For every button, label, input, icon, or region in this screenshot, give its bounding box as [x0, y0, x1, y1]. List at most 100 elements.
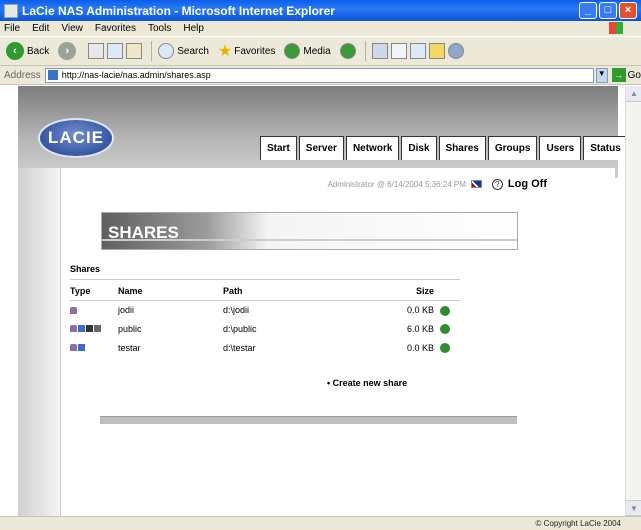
- menu-view[interactable]: View: [61, 23, 83, 34]
- edit-page-icon[interactable]: [409, 43, 426, 59]
- user-line: Administrator @ 6/14/2004 5:36:24 PM ? L…: [327, 178, 547, 190]
- share-name: public: [118, 323, 142, 334]
- tab-users[interactable]: Users: [539, 136, 582, 160]
- windows-protocol-icon: [78, 344, 85, 352]
- tab-start[interactable]: Start: [260, 136, 297, 160]
- back-arrow-icon: ‹: [6, 42, 24, 60]
- window-title-bar: LaCie NAS Administration - Microsoft Int…: [0, 0, 641, 21]
- window-title: LaCie NAS Administration - Microsoft Int…: [22, 3, 335, 18]
- col-type: Type: [70, 279, 118, 301]
- left-shade: [18, 168, 60, 516]
- page-icon: [47, 70, 58, 80]
- windows-protocol-icon: [78, 325, 85, 333]
- share-name: jodii: [118, 305, 135, 316]
- tab-server[interactable]: Server: [298, 136, 344, 160]
- page-banner: SHARES: [101, 212, 518, 250]
- toolbar-separator: [364, 41, 366, 61]
- toolbar-separator: [151, 41, 153, 61]
- tab-groups[interactable]: Groups: [487, 136, 538, 160]
- share-size: 6.0 KB: [406, 323, 434, 334]
- nfs-protocol-icon: [94, 325, 101, 333]
- share-path: d:\public: [223, 323, 257, 334]
- refresh-icon[interactable]: [107, 43, 124, 59]
- footer-bar: [100, 416, 517, 424]
- share-icon: [70, 306, 77, 314]
- menu-file[interactable]: File: [4, 23, 20, 34]
- go-button[interactable]: → Go: [611, 68, 641, 82]
- favorites-button[interactable]: ★ Favorites: [218, 41, 275, 61]
- help-icon[interactable]: ?: [491, 178, 503, 190]
- copyright-text: © Copyright LaCie 2004: [535, 519, 622, 528]
- menu-edit[interactable]: Edit: [32, 23, 49, 34]
- share-size: 0.0 KB: [406, 342, 434, 353]
- tab-shares[interactable]: Shares: [438, 136, 486, 160]
- nav-tabs: Start Server Network Disk Shares Groups …: [260, 136, 625, 160]
- history-icon[interactable]: [339, 43, 356, 59]
- page-content: LACIE Start Server Network Disk Shares G…: [0, 86, 625, 516]
- edit-share-icon[interactable]: [440, 305, 450, 316]
- mac-protocol-icon: [86, 325, 93, 333]
- menu-tools[interactable]: Tools: [148, 23, 171, 34]
- status-bar: © Copyright LaCie 2004: [0, 516, 641, 530]
- menu-bar: File Edit View Favorites Tools Help: [0, 21, 641, 36]
- uk-flag-icon[interactable]: [470, 180, 482, 188]
- section-title: Shares: [70, 264, 101, 274]
- col-action: [440, 279, 460, 301]
- print-icon[interactable]: [390, 43, 407, 59]
- tab-status[interactable]: Status: [583, 136, 625, 160]
- logoff-link[interactable]: Log Off: [508, 178, 547, 190]
- minimize-button[interactable]: _: [579, 2, 597, 19]
- search-icon: [158, 43, 175, 59]
- go-arrow-icon: →: [611, 68, 626, 82]
- scroll-up-icon[interactable]: ▲: [626, 86, 641, 102]
- lacie-logo: LACIE: [38, 118, 114, 158]
- folder-icon[interactable]: [428, 43, 445, 59]
- create-share-link[interactable]: • Create new share: [327, 378, 407, 388]
- share-icon: [70, 325, 77, 333]
- windows-logo-icon: [609, 22, 623, 34]
- share-name: testar: [118, 342, 141, 353]
- header-band: LACIE Start Server Network Disk Shares G…: [18, 86, 625, 178]
- edit-share-icon[interactable]: [440, 342, 450, 353]
- table-header-row: Type Name Path Size: [70, 279, 460, 301]
- ie-icon: [4, 3, 18, 18]
- tab-network[interactable]: Network: [345, 136, 400, 160]
- browser-toolbar: ‹ Back › Search ★ Favorites Media: [0, 36, 641, 66]
- share-icon: [70, 344, 77, 352]
- address-url: http://nas-lacie/nas.admin/shares.asp: [61, 70, 211, 80]
- maximize-button[interactable]: □: [599, 2, 617, 19]
- home-icon[interactable]: [126, 43, 143, 59]
- address-input[interactable]: http://nas-lacie/nas.admin/shares.asp: [44, 67, 594, 83]
- table-row: testar d:\testar 0.0 KB: [70, 338, 460, 357]
- menu-help[interactable]: Help: [183, 23, 204, 34]
- tab-disk[interactable]: Disk: [401, 136, 437, 160]
- col-size: Size: [373, 279, 440, 301]
- address-dropdown-icon[interactable]: ▼: [595, 67, 608, 83]
- forward-button[interactable]: ›: [58, 42, 79, 60]
- admin-timestamp: Administrator @ 6/14/2004 5:36:24 PM: [327, 179, 466, 189]
- banner-underline: [102, 239, 517, 241]
- share-path: d:\jodii: [223, 305, 250, 316]
- share-size: 0.0 KB: [406, 305, 434, 316]
- media-icon: [284, 43, 301, 59]
- messenger-icon[interactable]: [447, 43, 464, 59]
- shares-table: Type Name Path Size jodii d:\jodii 0.0 K…: [70, 279, 460, 357]
- table-row: public d:\public 6.0 KB: [70, 320, 460, 339]
- stop-icon[interactable]: [88, 43, 105, 59]
- back-button[interactable]: ‹ Back: [6, 42, 49, 60]
- address-label: Address: [4, 69, 41, 81]
- star-icon: ★: [217, 43, 233, 60]
- menu-favorites[interactable]: Favorites: [95, 23, 136, 34]
- media-button[interactable]: Media: [284, 43, 331, 59]
- share-path: d:\testar: [223, 342, 256, 353]
- table-row: jodii d:\jodii 0.0 KB: [70, 301, 460, 320]
- edit-share-icon[interactable]: [440, 324, 450, 335]
- address-bar: Address http://nas-lacie/nas.admin/share…: [0, 66, 641, 85]
- forward-arrow-icon: ›: [58, 42, 77, 60]
- vertical-scrollbar[interactable]: ▲ ▼: [625, 86, 641, 516]
- mail-icon[interactable]: [371, 43, 388, 59]
- search-button[interactable]: Search: [158, 43, 209, 59]
- close-button[interactable]: ×: [619, 2, 637, 19]
- col-path: Path: [223, 279, 373, 301]
- scroll-down-icon[interactable]: ▼: [626, 500, 641, 516]
